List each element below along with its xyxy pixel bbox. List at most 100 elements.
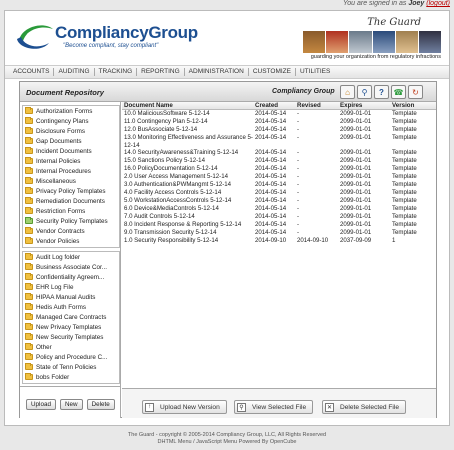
folder-item[interactable]: Business Associate Cor...: [23, 262, 119, 272]
table-row[interactable]: 7.0 Audit Controls 5-12-14 2014-05-14 - 209…: [122, 213, 436, 221]
folder-item[interactable]: Security Policy Templates: [23, 216, 119, 226]
folder-item[interactable]: HIPAA Manual Audits: [23, 292, 119, 302]
cell-document-name: 11.0 Contingency Plan 5-12-14: [124, 118, 208, 125]
phone-icon[interactable]: ☎: [391, 85, 406, 99]
folder-icon: [25, 313, 33, 320]
nav-accounts[interactable]: ACCOUNTS: [9, 68, 55, 76]
folder-item[interactable]: EHR Log File: [23, 282, 119, 292]
folder-item[interactable]: Hedis Auth Forms: [23, 302, 119, 312]
cell-created: 2014-05-14: [255, 197, 287, 204]
cell-expires: 2099-01-01: [340, 221, 372, 228]
table-row[interactable]: 11.0 Contingency Plan 5-12-14 2014-05-14 -…: [122, 118, 436, 126]
folder-item[interactable]: Remediation Documents: [23, 196, 119, 206]
cell-expires: 2099-01-01: [340, 189, 372, 196]
folder-item[interactable]: Authorization Forms: [23, 106, 119, 116]
folder-item[interactable]: Privacy Policy Templates: [23, 186, 119, 196]
folder-item[interactable]: Other: [23, 342, 119, 352]
column-revised[interactable]: Revised: [297, 102, 340, 109]
table-row[interactable]: 1.0 Security Responsibility 5-12-14 2014-…: [122, 237, 436, 245]
cell-created: 2014-05-14: [255, 181, 287, 188]
nav-tracking[interactable]: TRACKING: [95, 68, 138, 76]
folder-icon: [25, 197, 33, 204]
cell-expires: 2099-01-01: [340, 173, 372, 180]
table-row[interactable]: 8.0 Incident Response & Reporting 5-12-1…: [122, 221, 436, 229]
product-title: The Guard: [367, 17, 421, 28]
folder-actions: Upload New Delete: [20, 386, 120, 418]
table-row[interactable]: 10.0 MaliciousSoftware 5-12-14 2014-05-14…: [122, 110, 436, 118]
table-row[interactable]: 15.0 Sanctions Policy 5-12-14 2014-05-14 -…: [122, 157, 436, 165]
table-row[interactable]: 3.0 Authentication&PWMangmt 5-12-14 2014-…: [122, 181, 436, 189]
folder-item[interactable]: New Security Templates: [23, 332, 119, 342]
cell-document-name: 5.0 WorkstationAccessControls 5-12-14: [124, 197, 232, 204]
cell-expires: 2099-01-01: [340, 181, 372, 188]
folder-icon: [25, 363, 33, 370]
help-icon[interactable]: ?: [374, 85, 389, 99]
folder-item[interactable]: Gap Documents: [23, 136, 119, 146]
column-expires[interactable]: Expires: [340, 102, 392, 109]
nav-customize[interactable]: CUSTOMIZE: [249, 68, 296, 76]
folder-label: Miscellaneous: [36, 177, 76, 185]
cell-document-name: 10.0 MaliciousSoftware 5-12-14: [124, 110, 210, 117]
delete-selected-file-button[interactable]: ✕ Delete Selected File: [322, 400, 407, 414]
table-row[interactable]: 2.0 User Access Management 5-12-14 2014-0…: [122, 173, 436, 181]
folder-icon: [25, 353, 33, 360]
folder-icon: [25, 147, 33, 154]
logout-link[interactable]: (logout): [426, 0, 450, 7]
new-folder-button[interactable]: New: [59, 399, 83, 410]
folder-item[interactable]: State of Tenn Policies: [23, 362, 119, 372]
folder-item[interactable]: Vendor Contracts: [23, 226, 119, 236]
table-row[interactable]: 5.0 WorkstationAccessControls 5-12-14 201…: [122, 197, 436, 205]
column-version[interactable]: Version: [392, 102, 432, 109]
folder-item[interactable]: Vendor Policies: [23, 236, 119, 246]
cell-created: 2014-05-14: [255, 157, 287, 164]
folder-item[interactable]: Miscellaneous: [23, 176, 119, 186]
folder-item[interactable]: New Privacy Templates: [23, 322, 119, 332]
folder-item[interactable]: Internal Procedures: [23, 166, 119, 176]
signin-user: Joey: [408, 0, 425, 7]
table-row[interactable]: 4.0 Facility Access Controls 5-12-14 2014…: [122, 189, 436, 197]
folder-item[interactable]: bobs Folder: [23, 372, 119, 382]
folder-item[interactable]: Incident Documents: [23, 146, 119, 156]
table-row[interactable]: 13.0 Monitoring Effectiveness and Assura…: [122, 134, 436, 149]
table-row[interactable]: 9.0 Transmission Security 5-12-14 2014-05…: [122, 229, 436, 237]
column-document-name[interactable]: Document Name: [122, 102, 255, 109]
column-created[interactable]: Created: [255, 102, 297, 109]
menu-credit-text: DHTML Menu / JavaScript Menu Powered By …: [157, 439, 297, 445]
folder-icon: [25, 127, 33, 134]
cell-document-name: 14.0 SecurityAwareness&Training 5-12-14: [124, 149, 239, 156]
home-icon[interactable]: ⌂: [340, 85, 355, 99]
folder-item[interactable]: Contingency Plans: [23, 116, 119, 126]
cell-version: Template: [392, 189, 417, 196]
table-row[interactable]: 12.0 BusAssociate 5-12-14 2014-05-14 - 2099…: [122, 126, 436, 134]
folder-item[interactable]: Policy and Procedure C...: [23, 352, 119, 362]
cell-expires: 2099-01-01: [340, 205, 372, 212]
table-row[interactable]: 14.0 SecurityAwareness&Training 5-12-14 2…: [122, 149, 436, 157]
folder-icon: [25, 137, 33, 144]
table-row[interactable]: 6.0 Device&MediaControls 5-12-14 2014-05-…: [122, 205, 436, 213]
refresh-icon[interactable]: ↻: [408, 85, 423, 99]
nav-reporting[interactable]: REPORTING: [137, 68, 185, 76]
folder-item[interactable]: Disclosure Forms: [23, 126, 119, 136]
folder-item[interactable]: Internal Policies: [23, 156, 119, 166]
folder-list-custom: Audit Log folder Business Associate Cor..…: [22, 251, 120, 384]
folder-label: Other: [36, 343, 52, 351]
folder-item[interactable]: Audit Log folder: [23, 252, 119, 262]
nav-auditing[interactable]: AUDITING: [54, 68, 95, 76]
table-row[interactable]: 16.0 PolicyDocumentation 5-12-14 2014-05-…: [122, 165, 436, 173]
folder-label: Privacy Policy Templates: [36, 187, 106, 195]
nav-administration[interactable]: ADMINISTRATION: [185, 68, 249, 76]
upload-button[interactable]: Upload: [26, 399, 56, 410]
upload-new-version-button[interactable]: ↑ Upload New Version: [142, 400, 227, 414]
repository-header: Document Repository Compliancy Group ⌂ ⚲…: [20, 82, 436, 102]
search-icon[interactable]: ⚲: [357, 85, 372, 99]
delete-folder-button[interactable]: Delete: [86, 399, 115, 410]
cell-created: 2014-05-14: [255, 110, 287, 117]
cell-version: 1: [392, 237, 396, 244]
view-selected-file-button[interactable]: ⚲ View Selected File: [234, 400, 314, 414]
folder-item[interactable]: Confidentiality Agreem...: [23, 272, 119, 282]
folder-item[interactable]: Managed Care Contracts: [23, 312, 119, 322]
folder-label: Vendor Contracts: [36, 227, 85, 235]
folder-item[interactable]: Restriction Forms: [23, 206, 119, 216]
cell-version: Template: [392, 110, 417, 117]
nav-utilities[interactable]: UTILITIES: [296, 68, 334, 76]
